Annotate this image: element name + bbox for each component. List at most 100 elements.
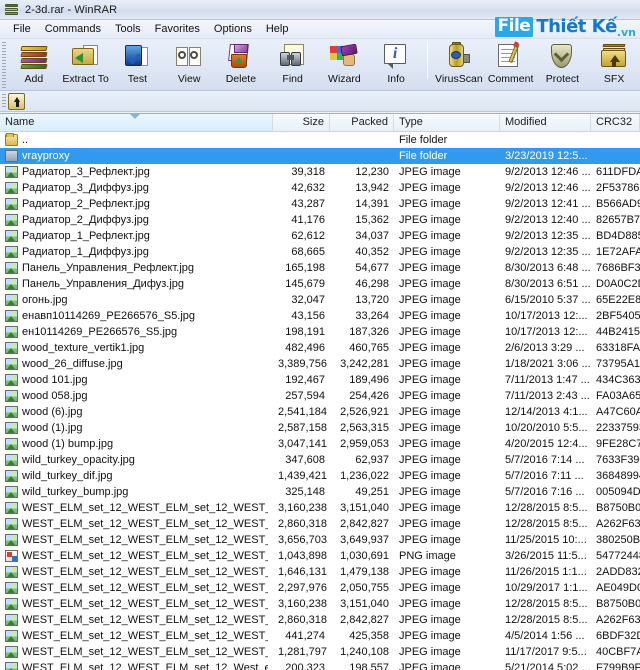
column-header-modified[interactable]: Modified	[500, 114, 591, 131]
table-row[interactable]: WEST_ELM_set_12_WEST_ELM_set_12_WEST_ELM…	[0, 532, 640, 548]
table-row[interactable]: огонь.jpg 32,047 13,720 JPEG image 6/15/2010…	[0, 292, 640, 308]
table-row[interactable]: Радиатор_1_Рефлект.jpg 62,612 34,037 JPEG i…	[0, 228, 640, 244]
table-row[interactable]: Радиатор_3_Диффуз.jpg 42,632 13,942 JPEG im…	[0, 180, 640, 196]
table-row[interactable]: Панель_Управления_Дифуз.jpg 145,679 46,298…	[0, 276, 640, 292]
folder-icon	[5, 133, 18, 146]
table-row[interactable]: WEST_ELM_set_12_WEST_ELM_set_12_WEST_ELM…	[0, 612, 640, 628]
table-row[interactable]: wood (1).jpg 2,587,158 2,563,315 JPEG image…	[0, 420, 640, 436]
menu-item-help[interactable]: Help	[259, 22, 296, 36]
file-name-cell: wood (6).jpg	[0, 404, 273, 420]
menu-item-file[interactable]: File	[6, 22, 38, 36]
file-type-cell: JPEG image	[399, 374, 461, 386]
table-row[interactable]: wood_texture_vertik1.jpg 482,496 460,765 JP…	[0, 340, 640, 356]
toolbar-label-extract-to: Extract To	[62, 73, 109, 85]
toolbar-button-sfx[interactable]: SFX	[588, 39, 640, 89]
toolbar-button-virusscan[interactable]: VirusScan	[433, 39, 485, 89]
table-row[interactable]: Радиатор_2_Диффуз.jpg 41,176 15,362 JPEG im…	[0, 212, 640, 228]
table-row[interactable]: Радиатор_3_Рефлект.jpg 39,318 12,230 JPEG i…	[0, 164, 640, 180]
table-row[interactable]: Панель_Управления_Рефлект.jpg 165,198 54,6…	[0, 260, 640, 276]
toolbar-grip[interactable]	[2, 42, 6, 88]
column-header-crc32[interactable]: CRC32	[591, 114, 640, 131]
table-row[interactable]: wood (6).jpg 2,541,184 2,526,921 JPEG image…	[0, 404, 640, 420]
file-crc32-cell: 1E72AFA8	[596, 246, 640, 258]
file-name-cell: wild_turkey_opacity.jpg	[0, 452, 273, 468]
column-header-size[interactable]: Size	[273, 114, 330, 131]
file-name-cell: wood 058.jpg	[0, 388, 273, 404]
file-size-cell: 2,860,318	[278, 518, 327, 530]
table-row[interactable]: WEST_ELM_set_12_WEST_ELM_set_12_WEST_ELM…	[0, 596, 640, 612]
jpeg-icon	[5, 646, 18, 658]
toolbar-button-comment[interactable]: Comment	[485, 39, 537, 89]
file-crc32-cell	[591, 132, 640, 148]
toolbar-button-find[interactable]: Find	[267, 39, 319, 89]
file-crc32-cell: 9FE28C75	[596, 438, 640, 450]
file-size-cell: 32,047	[291, 294, 325, 306]
file-modified-cell: 5/21/2014 5:02 ...	[505, 662, 591, 670]
extract-to-folder-icon	[70, 42, 102, 72]
table-row[interactable]: WEST_ELM_set_12_WEST_ELM_set_12_West_elm…	[0, 660, 640, 670]
table-row[interactable]: WEST_ELM_set_12_WEST_ELM_set_12_WEST_ELM…	[0, 564, 640, 580]
file-size-cell: 1,043,898	[278, 550, 327, 562]
menu-item-options[interactable]: Options	[207, 22, 259, 36]
table-row[interactable]: WEST_ELM_set_12_WEST_ELM_set_12_WEST_ELM…	[0, 548, 640, 564]
toolbar-button-view[interactable]: View	[163, 39, 215, 89]
table-row[interactable]: wood_26_diffuse.jpg 3,389,756 3,242,281 JPE…	[0, 356, 640, 372]
file-modified-cell: 6/15/2010 5:37 ...	[505, 294, 591, 306]
table-row[interactable]: WEST_ELM_set_12_WEST_ELM_set_12_WEST_ELM…	[0, 644, 640, 660]
archive-path-field[interactable]	[29, 92, 638, 111]
address-bar-grip[interactable]	[2, 94, 6, 109]
file-crc32-cell: 7686BF3D	[596, 262, 640, 274]
menu-item-tools[interactable]: Tools	[108, 22, 148, 36]
toolbar-button-wizard[interactable]: Wizard	[319, 39, 371, 89]
file-packed-cell: 13,942	[355, 182, 389, 194]
table-row[interactable]: .. File folder	[0, 132, 640, 148]
toolbar-button-extract-to[interactable]: Extract To	[60, 39, 112, 89]
file-size-cell: 198,191	[285, 326, 325, 338]
toolbar-button-test[interactable]: Test	[112, 39, 164, 89]
table-row[interactable]: WEST_ELM_set_12_WEST_ELM_set_12_WEST_ELM…	[0, 580, 640, 596]
toolbar-label-info: Info	[387, 73, 405, 85]
table-row[interactable]: WEST_ELM_set_12_WEST_ELM_set_12_WEST_ELM…	[0, 500, 640, 516]
table-row[interactable]: vrayproxy File folder 3/23/2019 12:5...	[0, 148, 640, 164]
file-type-cell: File folder	[399, 134, 448, 146]
view-open-book-icon	[173, 42, 205, 72]
jpeg-icon	[5, 246, 18, 258]
table-row[interactable]: wild_turkey_opacity.jpg 347,608 62,937 JPEG…	[0, 452, 640, 468]
up-one-level-icon[interactable]	[8, 92, 25, 110]
table-row[interactable]: ен10114269_PE266576_S5.jpg 198,191 187,326…	[0, 324, 640, 340]
comment-pencil-icon	[495, 41, 527, 72]
table-row[interactable]: Радиатор_2_Рефлект.jpg 43,287 14,391 JPEG i…	[0, 196, 640, 212]
file-size-cell: 43,287	[291, 198, 325, 210]
table-row[interactable]: Радиатор_1_Диффуз.jpg 68,665 40,352 JPEG im…	[0, 244, 640, 260]
table-row[interactable]: wood 101.jpg 192,467 189,496 JPEG image 7/11…	[0, 372, 640, 388]
table-row[interactable]: wild_turkey_bump.jpg 325,148 49,251 JPEG im…	[0, 484, 640, 500]
toolbar-button-info[interactable]: i Info	[370, 39, 422, 89]
file-type-cell: JPEG image	[399, 518, 461, 530]
file-crc32-cell: B8750B00	[596, 598, 640, 610]
toolbar-button-delete[interactable]: Delete	[215, 39, 267, 89]
file-type-cell: JPEG image	[399, 246, 461, 258]
jpeg-icon	[5, 518, 18, 530]
table-row[interactable]: wood 058.jpg 257,594 254,426 JPEG image 7/11…	[0, 388, 640, 404]
file-name-label: wood_texture_vertik1.jpg	[22, 342, 145, 354]
table-row[interactable]: wood (1) bump.jpg 3,047,141 2,959,053 JPEG …	[0, 436, 640, 452]
file-crc32-cell: 40CBF7A5	[596, 646, 640, 658]
file-type-cell: JPEG image	[399, 582, 461, 594]
file-type-cell: PNG image	[399, 550, 456, 562]
file-name-label: WEST_ELM_set_12_WEST_ELM_set_12_WEST_ELM…	[22, 630, 268, 642]
toolbar-button-add[interactable]: Add	[8, 39, 60, 89]
table-row[interactable]: WEST_ELM_set_12_WEST_ELM_set_12_WEST_ELM…	[0, 516, 640, 532]
file-name-label: енавп10114269_PE266576_S5.jpg	[22, 310, 196, 322]
file-crc32-cell: D0A0C2DB	[596, 278, 640, 290]
file-modified-cell: 5/7/2016 7:11 ...	[505, 470, 584, 482]
menu-item-commands[interactable]: Commands	[38, 22, 108, 36]
file-type-cell: JPEG image	[399, 358, 461, 370]
column-header-type[interactable]: Type	[394, 114, 500, 131]
toolbar-button-protect[interactable]: Protect	[537, 39, 589, 89]
table-row[interactable]: wild_turkey_dif.jpg 1,439,421 1,236,022 JPE…	[0, 468, 640, 484]
file-name-label: Радиатор_1_Диффуз.jpg	[22, 246, 149, 258]
column-header-packed[interactable]: Packed	[330, 114, 394, 131]
table-row[interactable]: енавп10114269_PE266576_S5.jpg 43,156 33,26…	[0, 308, 640, 324]
table-row[interactable]: WEST_ELM_set_12_WEST_ELM_set_12_WEST_ELM…	[0, 628, 640, 644]
menu-item-favorites[interactable]: Favorites	[148, 22, 207, 36]
